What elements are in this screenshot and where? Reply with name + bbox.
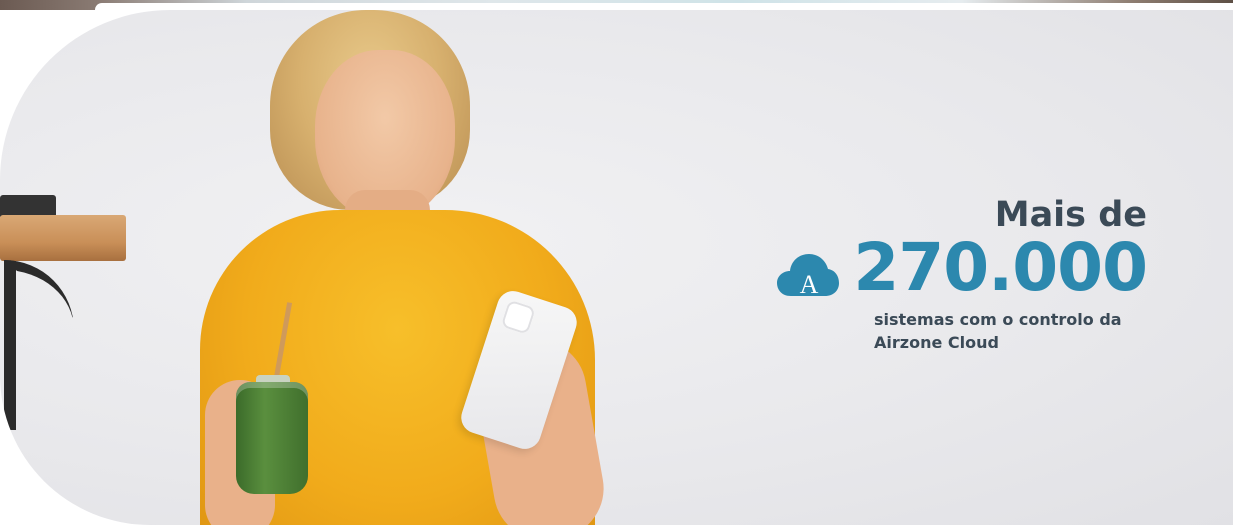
phone-camera xyxy=(500,299,536,335)
cloud-letter: A xyxy=(800,270,819,299)
cloud-icon: A xyxy=(777,254,840,299)
shelf-bracket xyxy=(4,260,74,430)
green-juice-jar xyxy=(236,382,308,494)
stat-row: A 270.000 xyxy=(727,229,1148,306)
stat-description: sistemas com o controlo da Airzone Cloud xyxy=(874,310,1122,352)
stat-block: Mais de A 270.000 sistemas com o control… xyxy=(727,192,1148,352)
previous-section-edge xyxy=(0,0,1233,10)
stat-number: 270.000 xyxy=(853,229,1148,306)
wooden-shelf xyxy=(0,215,126,261)
hero-banner: Mais de A 270.000 sistemas com o control… xyxy=(0,0,1233,525)
